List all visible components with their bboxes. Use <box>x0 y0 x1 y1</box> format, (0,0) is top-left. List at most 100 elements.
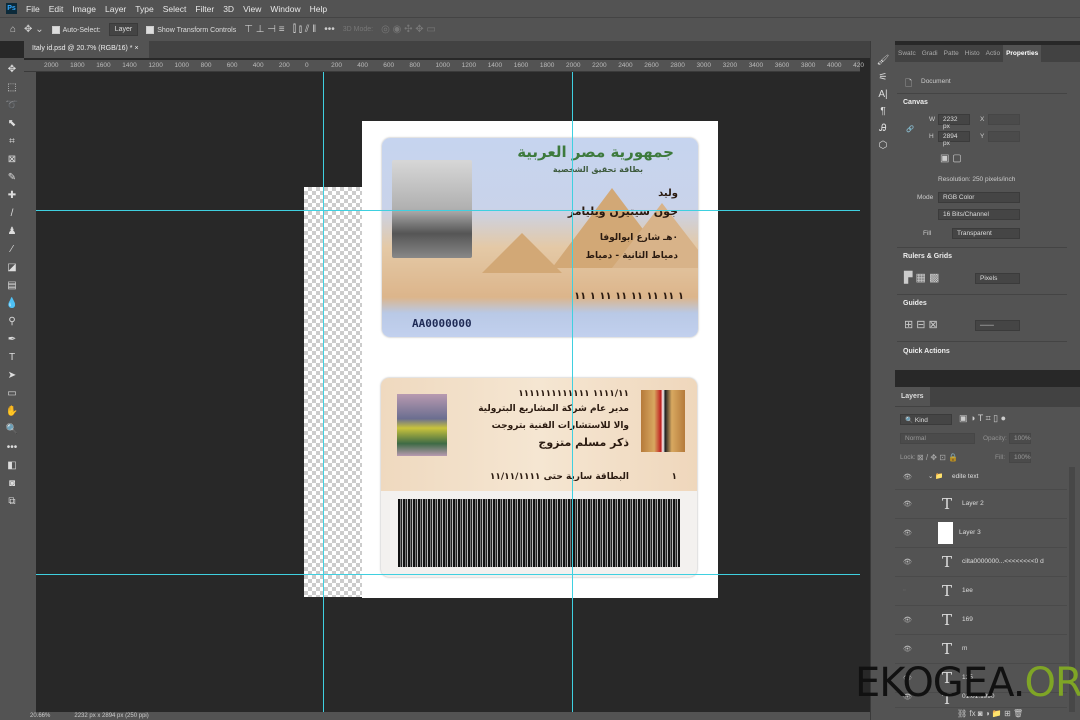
layer-item[interactable]: 👁 Layer 3 <box>895 519 1067 548</box>
home-icon[interactable]: ⌂ <box>10 24 16 35</box>
units-dropdown[interactable]: Pixels <box>975 273 1020 284</box>
layer-item[interactable]: ▫ T 1ee <box>895 577 1067 606</box>
menu-3d[interactable]: 3D <box>223 4 234 14</box>
mode-dropdown[interactable]: RGB Color <box>938 192 1020 203</box>
pen-tool-icon[interactable]: ✒ <box>4 332 20 347</box>
quick-actions-section[interactable]: Quick Actions <box>903 348 950 355</box>
menu-filter[interactable]: Filter <box>195 4 214 14</box>
crop-tool-icon[interactable]: ⌗ <box>4 134 20 149</box>
show-transform-checkbox[interactable]: Show Transform Controls <box>146 25 236 34</box>
brush-tool-icon[interactable]: / <box>4 206 20 221</box>
3d-icon[interactable]: ⬡ <box>879 140 888 151</box>
lock-icons[interactable]: ⊠ / ✥ ⊡ 🔒 <box>917 453 958 462</box>
visibility-eye-icon[interactable]: 👁 <box>903 558 912 566</box>
more-options-icon[interactable]: ••• <box>324 24 335 35</box>
guide-vertical[interactable] <box>572 72 573 712</box>
ruler-grid-icons[interactable]: ▛ ▦ ▩ <box>904 271 939 284</box>
move-tool-icon[interactable]: ✥ <box>4 62 20 77</box>
menu-view[interactable]: View <box>243 4 261 14</box>
dodge-tool-icon[interactable]: ⚲ <box>4 314 20 329</box>
auto-select-target-dropdown[interactable]: Layer <box>108 23 139 36</box>
brush-settings-icon[interactable]: 🖌 <box>877 55 890 66</box>
orientation-icons[interactable]: ▣ ▢ <box>940 153 962 164</box>
height-field[interactable]: 2894 px <box>938 131 970 147</box>
quick-select-tool-icon[interactable]: ⬉ <box>4 116 20 131</box>
tab-properties[interactable]: Properties <box>1003 45 1042 62</box>
gradient-tool-icon[interactable]: ▤ <box>4 278 20 293</box>
visibility-eye-icon[interactable]: 👁 <box>903 500 912 508</box>
layer-group[interactable]: 👁 ⌄ 📁 edite text <box>895 465 1067 490</box>
lasso-tool-icon[interactable]: ➰ <box>4 98 20 113</box>
document-info[interactable]: 2232 px x 2894 px (250 ppi) <box>74 712 148 720</box>
tab-layers[interactable]: Layers <box>895 387 930 406</box>
align-icons[interactable]: ⊤ ⊥ ⊣ ≡ ⫿ ⫾ ⫽ ‖ <box>244 24 316 35</box>
hand-tool-icon[interactable]: ✋ <box>4 404 20 419</box>
eraser-tool-icon[interactable]: ◪ <box>4 260 20 275</box>
quick-mask-icon[interactable]: ◙ <box>4 476 20 491</box>
more-tools-icon[interactable]: ••• <box>4 440 20 455</box>
y-field[interactable] <box>988 131 1020 142</box>
tab-actions[interactable]: Actio <box>983 45 1003 62</box>
type-tool-icon[interactable]: T <box>4 350 20 365</box>
guide-horizontal[interactable] <box>36 574 860 575</box>
x-field[interactable] <box>988 114 1020 125</box>
rulers-grids-section[interactable]: Rulers & Grids <box>903 253 952 260</box>
close-tab-icon[interactable]: × <box>134 45 138 52</box>
bit-depth-dropdown[interactable]: 16 Bits/Channel <box>938 209 1020 220</box>
opacity-field[interactable]: 100% <box>1009 433 1031 444</box>
tab-patterns[interactable]: Patte <box>941 45 962 62</box>
guide-vertical[interactable] <box>323 72 324 712</box>
auto-select-checkbox[interactable]: Auto-Select: <box>51 25 101 34</box>
blur-tool-icon[interactable]: 💧 <box>4 296 20 311</box>
visibility-eye-icon[interactable]: 👁 <box>903 645 912 653</box>
layer-filter-kind[interactable]: 🔍 Kind <box>900 414 952 425</box>
tab-swatches[interactable]: Swatc <box>895 45 919 62</box>
guides-section[interactable]: Guides <box>903 300 927 307</box>
menu-file[interactable]: File <box>26 4 40 14</box>
document-tab[interactable]: Italy id.psd @ 20.7% (RGB/16) * × <box>24 41 149 58</box>
layer-item[interactable]: 👁 T 169 <box>895 606 1067 635</box>
frame-tool-icon[interactable]: ⊠ <box>4 152 20 167</box>
blend-mode-dropdown[interactable]: Normal <box>900 433 975 444</box>
layer-action-icons[interactable]: ⛓ fx ◙ ◑ 📁 ⊞ 🗑 <box>957 709 1023 718</box>
visibility-eye-icon[interactable]: ▫ <box>903 587 905 594</box>
layer-item[interactable]: 👁 T Layer 2 <box>895 490 1067 519</box>
fill-dropdown[interactable]: Transparent <box>952 228 1020 239</box>
rectangle-tool-icon[interactable]: ▭ <box>4 386 20 401</box>
fill-field[interactable]: 100% <box>1009 452 1031 463</box>
visibility-eye-icon[interactable]: 👁 <box>903 616 912 624</box>
healing-brush-icon[interactable]: ✚ <box>4 188 20 203</box>
tab-history[interactable]: Histo <box>962 45 983 62</box>
filter-icons[interactable]: ▣ ◑ T ⌗ ▯ ● <box>959 413 1006 424</box>
guide-horizontal[interactable] <box>36 210 860 211</box>
character-icon[interactable]: A| <box>878 89 887 100</box>
move-tool-icon[interactable]: ✥ ⌄ <box>24 24 44 35</box>
zoom-tool-icon[interactable]: 🔍 <box>4 422 20 437</box>
link-icon[interactable]: 🔗 <box>906 125 914 133</box>
eyedropper-tool-icon[interactable]: ✎ <box>4 170 20 185</box>
menu-help[interactable]: Help <box>310 4 327 14</box>
marquee-tool-icon[interactable]: ⬚ <box>4 80 20 95</box>
guide-style-dropdown[interactable]: ─── <box>975 320 1020 331</box>
screen-mode-icon[interactable]: ⧉ <box>4 494 20 509</box>
zoom-level[interactable]: 20.66% <box>30 712 50 720</box>
color-swatches-icon[interactable]: ◧ <box>4 458 20 473</box>
menu-window[interactable]: Window <box>270 4 300 14</box>
canvas-section[interactable]: Canvas <box>903 99 928 106</box>
menu-image[interactable]: Image <box>72 4 96 14</box>
glyphs-icon[interactable]: Ꭿ <box>879 123 886 134</box>
guide-icons[interactable]: ⊞ ⊟ ⊠ <box>904 318 938 331</box>
menu-type[interactable]: Type <box>135 4 153 14</box>
adjust-icon[interactable]: ⚟ <box>879 72 888 83</box>
3d-tools-icons[interactable]: ◎ ◉ ✣ ✥ ▭ <box>381 24 436 35</box>
tab-gradients[interactable]: Gradi <box>919 45 941 62</box>
paragraph-icon[interactable]: ¶ <box>880 106 885 117</box>
menu-layer[interactable]: Layer <box>105 4 126 14</box>
path-select-icon[interactable]: ➤ <box>4 368 20 383</box>
layer-item[interactable]: 👁 Tcilta0000000...<<<<<<<<0 d <box>895 548 1067 577</box>
visibility-eye-icon[interactable]: 👁 <box>903 529 912 537</box>
visibility-eye-icon[interactable]: 👁 <box>903 473 912 481</box>
width-field[interactable]: 2232 px <box>938 114 970 130</box>
menu-select[interactable]: Select <box>163 4 187 14</box>
history-brush-icon[interactable]: ⁄ <box>4 242 20 257</box>
